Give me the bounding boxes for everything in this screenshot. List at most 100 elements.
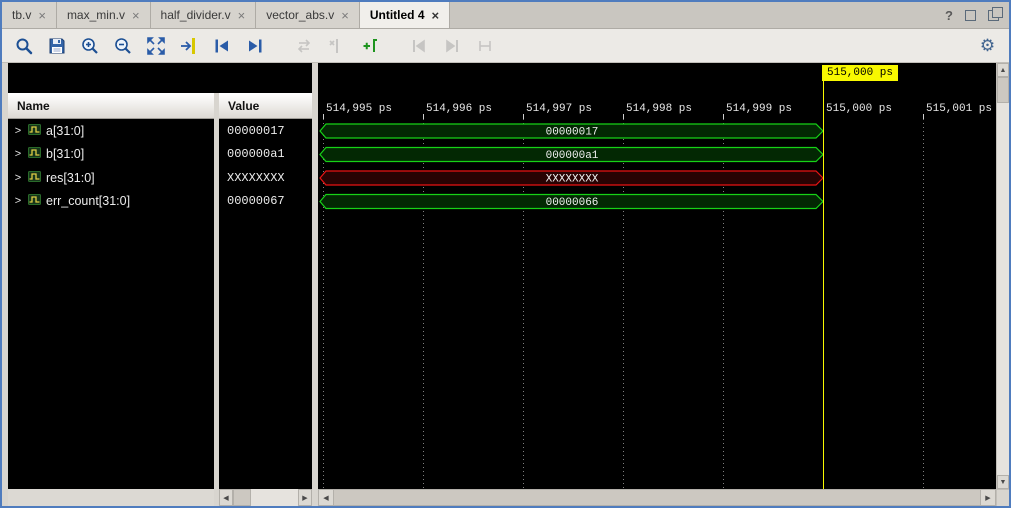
tab-close-icon[interactable]: × [341, 9, 349, 22]
right-arrow-icon: ▶ [302, 494, 307, 502]
value-column-scrollbar[interactable]: ◀ ▶ [219, 489, 312, 506]
signal-row-a-31-0[interactable]: >a[31:0] [8, 119, 214, 143]
tab-vector-abs-v[interactable]: vector_abs.v × [256, 2, 360, 28]
tab-label: vector_abs.v [266, 8, 334, 22]
scrollbar-corner [997, 489, 1009, 506]
cursor-time-badge: 515,000 ps [822, 65, 898, 81]
value-scroll-track[interactable] [233, 489, 298, 506]
ruler-tick-label: 514,999 ps [726, 103, 792, 115]
wave-bus-err-count-31-0: 00000066 [320, 195, 823, 210]
add-marker-button[interactable] [356, 33, 383, 59]
tab-close-icon[interactable]: × [432, 9, 440, 22]
signal-name-column: >a[31:0]>b[31:0]>res[31:0]>err_count[31:… [8, 119, 214, 489]
zoom-in-button[interactable] [76, 33, 103, 59]
signal-row-res-31-0[interactable]: > res[31:0] [8, 166, 214, 190]
window-controls: ? [935, 2, 1009, 28]
bus-value-label: 00000017 [546, 127, 599, 139]
zoom-out-button[interactable] [109, 33, 136, 59]
fit-selection-icon [476, 37, 494, 55]
scroll-up-button[interactable]: ▲ [997, 63, 1009, 77]
signal-panel-scroll-row: ◀ ▶ [8, 489, 312, 506]
value-scroll-left-button[interactable]: ◀ [219, 489, 233, 506]
up-arrow-icon: ▲ [1000, 67, 1007, 74]
vertical-scrollbar[interactable]: ▲ ▼ [996, 63, 1009, 506]
settings-gear-button[interactable]: ⚙ [974, 33, 1001, 59]
signal-name: err_count[31:0] [46, 194, 130, 208]
scroll-down-button[interactable]: ▼ [997, 475, 1009, 489]
signal-value: 00000067 [219, 190, 312, 214]
vertical-scroll-track[interactable] [997, 103, 1009, 475]
save-button[interactable] [43, 33, 70, 59]
waveform-panel: 515,000 ps 514,995 ps514,996 ps514,997 p… [318, 63, 996, 506]
swap-cursor-icon [295, 37, 313, 55]
bus-value-label: XXXXXXXX [546, 174, 599, 186]
expand-arrow-icon[interactable]: > [13, 125, 23, 137]
ruler-tick-label: 514,995 ps [326, 103, 392, 115]
simulation-window: tb.v×max_min.v×half_divider.v×vector_abs… [0, 0, 1011, 508]
signal-value: 00000017 [219, 119, 312, 143]
help-icon[interactable]: ? [945, 8, 953, 23]
signal-panel-top [8, 63, 312, 93]
tab-max-min-v[interactable]: max_min.v× [57, 2, 151, 28]
maximize-window-icon[interactable] [988, 10, 999, 21]
value-scroll-thumb[interactable] [233, 489, 251, 506]
expand-arrow-icon[interactable]: > [13, 172, 23, 184]
cursor-line-ruler [823, 93, 824, 119]
previous-transition-button[interactable] [208, 33, 235, 59]
bus-value-label: 00000066 [546, 197, 599, 209]
wave-scroll-left-button[interactable]: ◀ [318, 489, 334, 506]
goto-end-button [438, 33, 465, 59]
ruler-tick-label: 515,000 ps [826, 103, 892, 115]
ruler-tick-label: 515,001 ps [926, 103, 992, 115]
cursor-line-top [823, 81, 824, 93]
swap-cursor-button [290, 33, 317, 59]
zoom-to-cursor-button[interactable] [175, 33, 202, 59]
float-window-icon[interactable] [965, 10, 976, 21]
name-column-scroll-area [8, 489, 214, 506]
signal-value: 000000a1 [219, 143, 312, 167]
next-transition-button[interactable] [241, 33, 268, 59]
vertical-scroll-thumb[interactable] [997, 77, 1009, 103]
tab-close-icon[interactable]: × [38, 9, 46, 22]
zoom-in-icon [80, 36, 100, 56]
signal-name: b[31:0] [46, 147, 84, 161]
waveform-canvas[interactable]: 00000017 000000a1 XXXXXXXX 00000066 [318, 119, 996, 489]
previous-transition-icon [213, 37, 231, 55]
wave-bus-b-31-0: 000000a1 [320, 148, 823, 163]
wave-bus-a-31-0: 00000017 [320, 124, 823, 139]
tab-close-icon[interactable]: × [238, 9, 246, 22]
tab-bar: tb.v×max_min.v×half_divider.v×vector_abs… [2, 2, 1009, 29]
signal-value-column: 00000017000000a1XXXXXXXX00000067 [219, 119, 312, 489]
expand-arrow-icon[interactable]: > [13, 195, 23, 207]
wave-scroll-thumb[interactable] [334, 489, 980, 506]
tab-untitled-4[interactable]: Untitled 4× [360, 2, 450, 28]
add-marker-icon [361, 37, 379, 55]
time-ruler[interactable]: 514,995 ps514,996 ps514,997 ps514,998 ps… [318, 93, 996, 119]
expand-arrow-icon[interactable]: > [13, 148, 23, 160]
tab-half-divider-v[interactable]: half_divider.v × [151, 2, 257, 28]
save-icon [48, 37, 66, 55]
wave-hscrollbar[interactable]: ◀ ▶ [318, 489, 996, 506]
bus-wave-icon [28, 122, 41, 140]
waveform-panel-top: 515,000 ps [318, 63, 996, 93]
zoom-fit-button[interactable] [142, 33, 169, 59]
signal-row-b-31-0[interactable]: > b[31:0] [8, 143, 214, 167]
value-scroll-right-button[interactable]: ▶ [298, 489, 312, 506]
search-icon [14, 36, 34, 56]
search-button[interactable] [10, 33, 37, 59]
goto-start-icon [410, 37, 428, 55]
wave-scroll-right-button[interactable]: ▶ [980, 489, 996, 506]
zoom-fit-icon [146, 36, 166, 56]
tab-close-icon[interactable]: × [132, 9, 140, 22]
bus-wave-icon [28, 192, 41, 210]
tab-label: half_divider.v [161, 8, 231, 22]
wave-toolbar: ⚙ [2, 29, 1009, 63]
ruler-tick-label: 514,997 ps [526, 103, 592, 115]
tab-tb-v[interactable]: tb.v × [2, 2, 57, 28]
signal-row-err-count-31-0[interactable]: > err_count[31:0] [8, 190, 214, 214]
right-arrow-icon: ▶ [985, 494, 990, 502]
signal-name: res[31:0] [46, 171, 95, 185]
tab-label: tb.v [12, 8, 31, 22]
zoom-out-icon [113, 36, 133, 56]
settings-gear-icon: ⚙ [980, 36, 995, 56]
